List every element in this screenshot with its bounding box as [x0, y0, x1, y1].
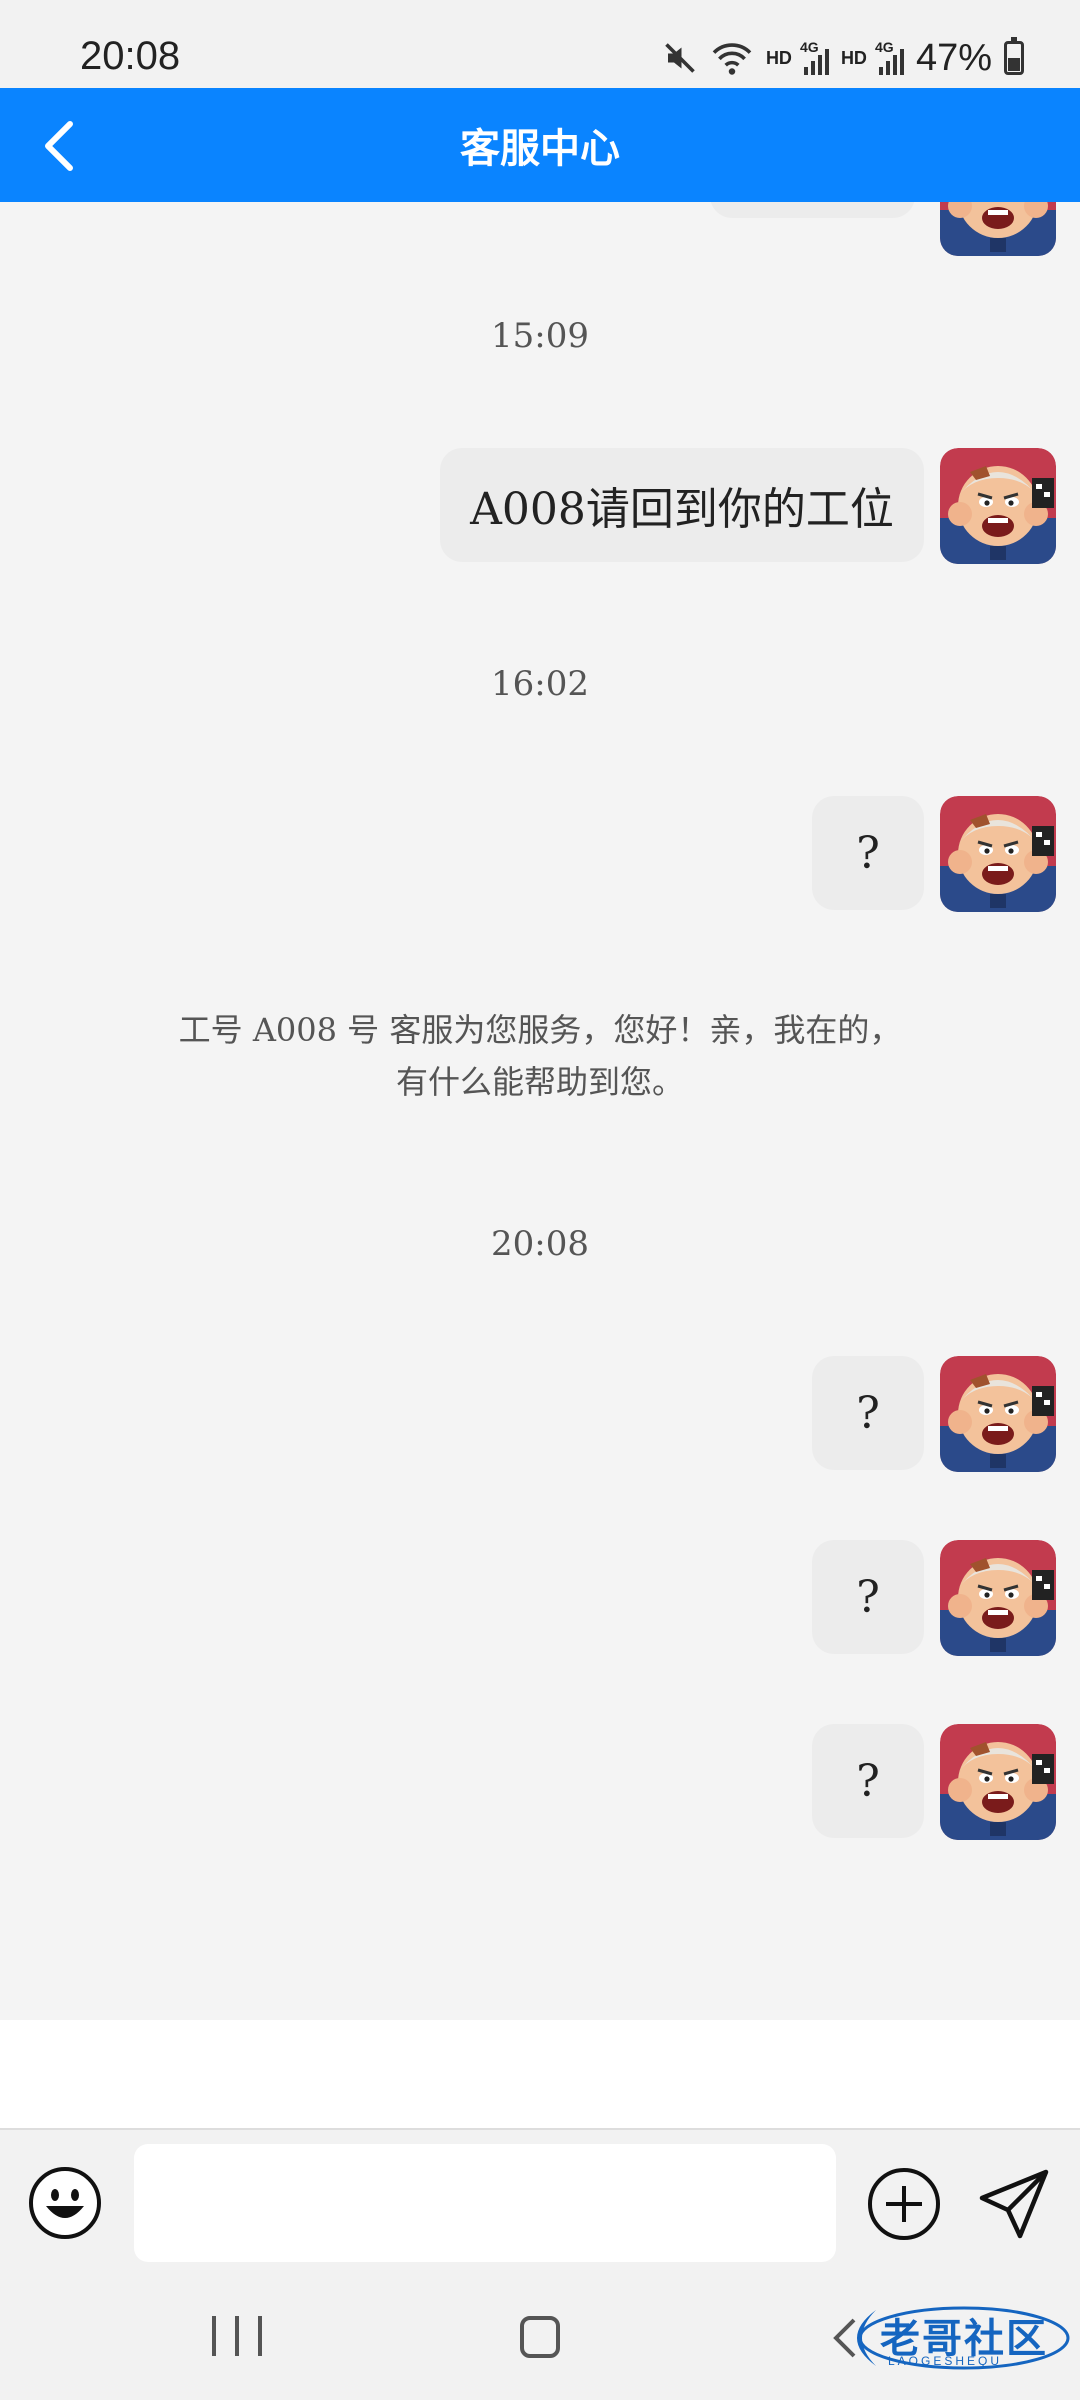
wifi-icon	[712, 43, 752, 75]
message-bubble[interactable]: ?	[812, 1356, 924, 1470]
message-composer	[0, 2130, 1080, 2272]
network-type: 4G	[874, 39, 894, 55]
status-icons: HD 4G HD 4G 47%	[662, 36, 1024, 80]
time-label: 15:09	[491, 316, 589, 356]
system-message-line: 工号 A008 号 客服为您服务，您好！亲，我在的，	[178, 1011, 902, 1049]
app-header: 客服中心	[0, 88, 1080, 202]
avatar[interactable]	[940, 1356, 1056, 1472]
message-bubble[interactable]: A008请回到你的工位	[440, 448, 924, 562]
watermark-logo: 老哥社区 LAOGESHEQU	[836, 2302, 1070, 2374]
message-input[interactable]	[134, 2144, 836, 2262]
system-nav-bar: 老哥社区 LAOGESHEQU	[0, 2272, 1080, 2400]
emoji-icon[interactable]	[28, 2166, 102, 2240]
battery-percent: 47%	[915, 36, 992, 79]
hd-badge: HD	[840, 47, 867, 68]
mute-icon	[665, 43, 695, 73]
message-bubble[interactable]: ?	[812, 1540, 924, 1654]
avatar[interactable]	[940, 202, 1056, 256]
message-bubble[interactable]: ?	[812, 1724, 924, 1838]
hd-badge: HD	[765, 47, 792, 68]
plus-circle-icon[interactable]	[866, 2166, 942, 2242]
avatar[interactable]	[940, 1540, 1056, 1656]
status-time: 20:08	[80, 34, 181, 78]
page-title: 客服中心	[460, 126, 620, 172]
send-icon[interactable]	[976, 2166, 1052, 2242]
watermark-subtext: LAOGESHEQU	[888, 2354, 1003, 2368]
signal-icon: 4G	[875, 39, 904, 75]
chat-area[interactable]: 15:09 A008请回到你的工位 16:02 ? 工号 A008 号 客服为您…	[0, 202, 1080, 2020]
home-button[interactable]	[520, 2316, 560, 2358]
avatar[interactable]	[940, 796, 1056, 912]
signal-icon: 4G	[800, 39, 829, 75]
avatar[interactable]	[940, 1724, 1056, 1840]
network-type: 4G	[799, 39, 819, 55]
message-bubble-partial	[710, 202, 915, 218]
system-message: 工号 A008 号 客服为您服务，您好！亲，我在的， 有什么能帮助到您。	[120, 1004, 960, 1108]
time-label: 20:08	[491, 1224, 589, 1264]
status-bar: 20:08 HD 4G HD 4G 47%	[0, 0, 1080, 88]
system-message-line: 有什么能帮助到您。	[395, 1063, 684, 1101]
recents-button[interactable]	[212, 2316, 262, 2360]
input-area-spacer	[0, 2020, 1080, 2130]
avatar[interactable]	[940, 448, 1056, 564]
message-bubble[interactable]: ?	[812, 796, 924, 910]
battery-icon	[1004, 37, 1024, 75]
time-label: 16:02	[491, 664, 589, 704]
